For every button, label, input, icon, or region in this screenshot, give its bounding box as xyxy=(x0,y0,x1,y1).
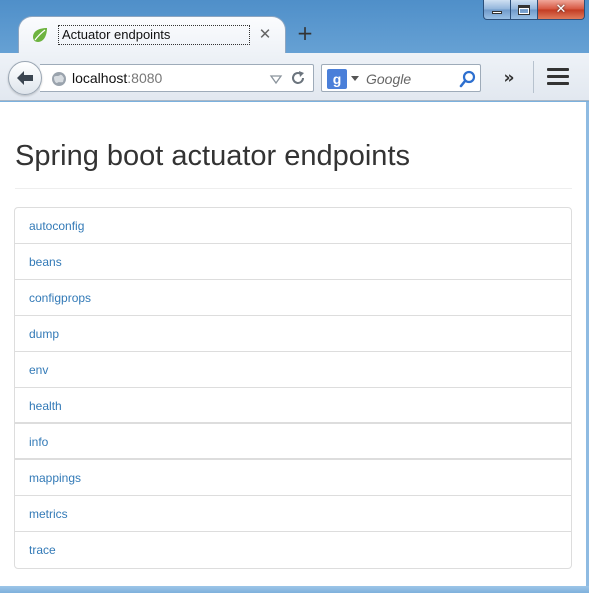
tab-close-icon[interactable]: ✕ xyxy=(257,24,273,44)
endpoint-link-health[interactable]: health xyxy=(15,388,571,424)
back-arrow-icon xyxy=(17,71,33,85)
toolbar-separator xyxy=(533,61,534,93)
close-icon: ✕ xyxy=(555,2,567,17)
endpoint-link-autoconfig[interactable]: autoconfig xyxy=(15,208,571,244)
url-port: :8080 xyxy=(127,70,163,86)
toolbar-overflow-button[interactable]: » xyxy=(497,67,521,89)
google-engine-icon[interactable]: g xyxy=(327,69,347,89)
tab-actuator-endpoints[interactable]: Actuator endpoints ✕ xyxy=(18,16,286,54)
hamburger-menu-icon[interactable] xyxy=(547,68,569,86)
spring-leaf-icon xyxy=(33,28,47,42)
endpoint-link-env[interactable]: env xyxy=(15,352,571,388)
url-history-dropdown-icon[interactable] xyxy=(269,72,283,86)
maximize-icon xyxy=(518,4,530,15)
endpoint-link-trace[interactable]: trace xyxy=(15,532,571,568)
endpoint-link-dump[interactable]: dump xyxy=(15,316,571,352)
globe-icon xyxy=(52,72,66,86)
page-title: Spring boot actuator endpoints xyxy=(15,140,410,172)
navigation-toolbar: localhost:8080 g » xyxy=(0,53,589,101)
tab-title: Actuator endpoints xyxy=(58,25,250,45)
tab-strip: Actuator endpoints ✕ + xyxy=(0,16,589,54)
url-bar[interactable]: localhost:8080 xyxy=(40,64,314,92)
browser-window: ✕ Actuator endpoints ✕ + localhost:8080 xyxy=(0,0,589,593)
endpoint-link-configprops[interactable]: configprops xyxy=(15,280,571,316)
endpoint-list: autoconfig beans configprops dump env he… xyxy=(14,207,572,569)
back-button[interactable] xyxy=(8,61,42,95)
title-divider xyxy=(15,188,572,189)
minimize-icon xyxy=(492,11,502,14)
reload-icon[interactable] xyxy=(290,70,306,86)
search-bar[interactable]: g xyxy=(321,64,481,92)
window-frame-bottom xyxy=(0,586,589,593)
url-text: localhost:8080 xyxy=(72,70,162,86)
url-host: localhost xyxy=(72,70,128,86)
endpoint-link-metrics[interactable]: metrics xyxy=(15,496,571,532)
page-content: Spring boot actuator endpoints autoconfi… xyxy=(0,102,586,586)
magnifier-icon[interactable] xyxy=(459,70,477,88)
endpoint-link-info[interactable]: info xyxy=(15,424,571,460)
endpoint-link-mappings[interactable]: mappings xyxy=(15,460,571,496)
search-input[interactable] xyxy=(366,70,456,88)
search-engine-dropdown-icon[interactable] xyxy=(351,76,359,81)
new-tab-button[interactable]: + xyxy=(294,22,316,44)
endpoint-link-beans[interactable]: beans xyxy=(15,244,571,280)
